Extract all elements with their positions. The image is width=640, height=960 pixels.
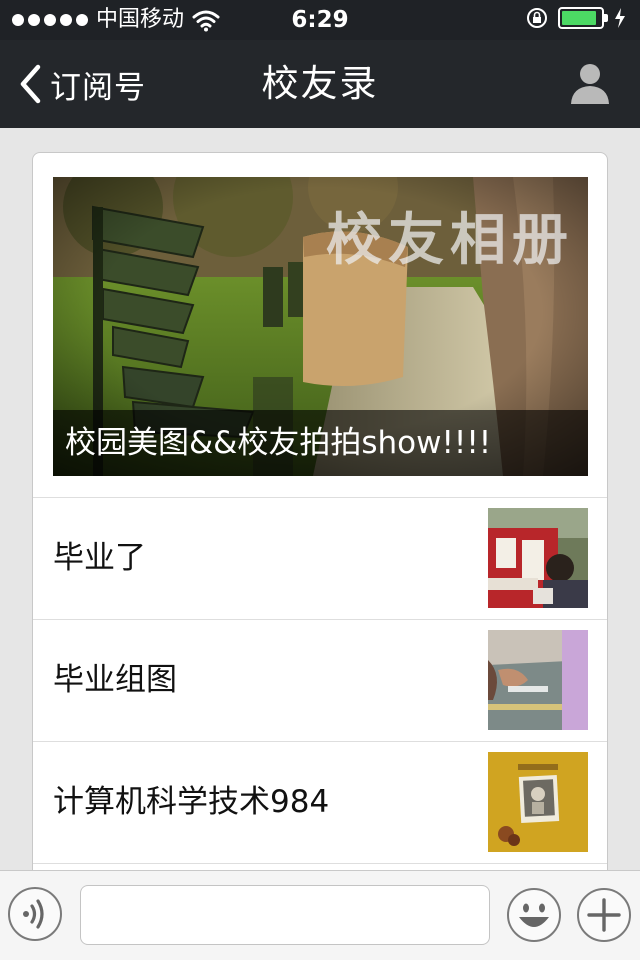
- feature-article[interactable]: 校友相册 校园美图&&校友拍拍show!!!!: [53, 177, 588, 476]
- profile-icon[interactable]: [570, 62, 610, 104]
- article-item[interactable]: 毕业组图: [33, 620, 607, 741]
- status-bar: 中国移动 6:29: [0, 0, 640, 40]
- navigation-bar: 校友录 订阅号: [0, 40, 640, 128]
- voice-icon: [23, 899, 44, 929]
- message-input-bar: [0, 870, 640, 960]
- emoji-icon[interactable]: [506, 887, 562, 943]
- message-input[interactable]: [80, 885, 490, 945]
- article-title: 计算机科学技术984: [53, 784, 330, 820]
- voice-button[interactable]: [8, 887, 62, 941]
- back-label: 订阅号: [50, 69, 146, 106]
- article-thumbnail: [488, 508, 588, 608]
- battery-icon: [558, 7, 608, 29]
- rotation-lock-icon: [527, 8, 547, 28]
- back-button[interactable]: 订阅号: [18, 60, 146, 108]
- article-thumbnail: [488, 752, 588, 852]
- cover-watermark: 校友相册: [326, 208, 574, 273]
- charging-bolt-icon: [615, 8, 625, 28]
- article-item[interactable]: 计算机科学技术984: [33, 742, 607, 863]
- article-title: 毕业了: [53, 540, 146, 576]
- back-chevron-icon: [20, 64, 41, 104]
- divider: [33, 863, 607, 864]
- feature-caption: 校园美图&&校友拍拍show!!!!: [53, 410, 588, 476]
- plus-icon[interactable]: [576, 887, 632, 943]
- article-thumbnail: [488, 630, 588, 730]
- article-card: 校友相册 校园美图&&校友拍拍show!!!! 毕业了 毕业组图 计算机科学技术…: [32, 152, 608, 912]
- article-item[interactable]: 毕业了: [33, 498, 607, 619]
- article-title: 毕业组图: [53, 662, 177, 698]
